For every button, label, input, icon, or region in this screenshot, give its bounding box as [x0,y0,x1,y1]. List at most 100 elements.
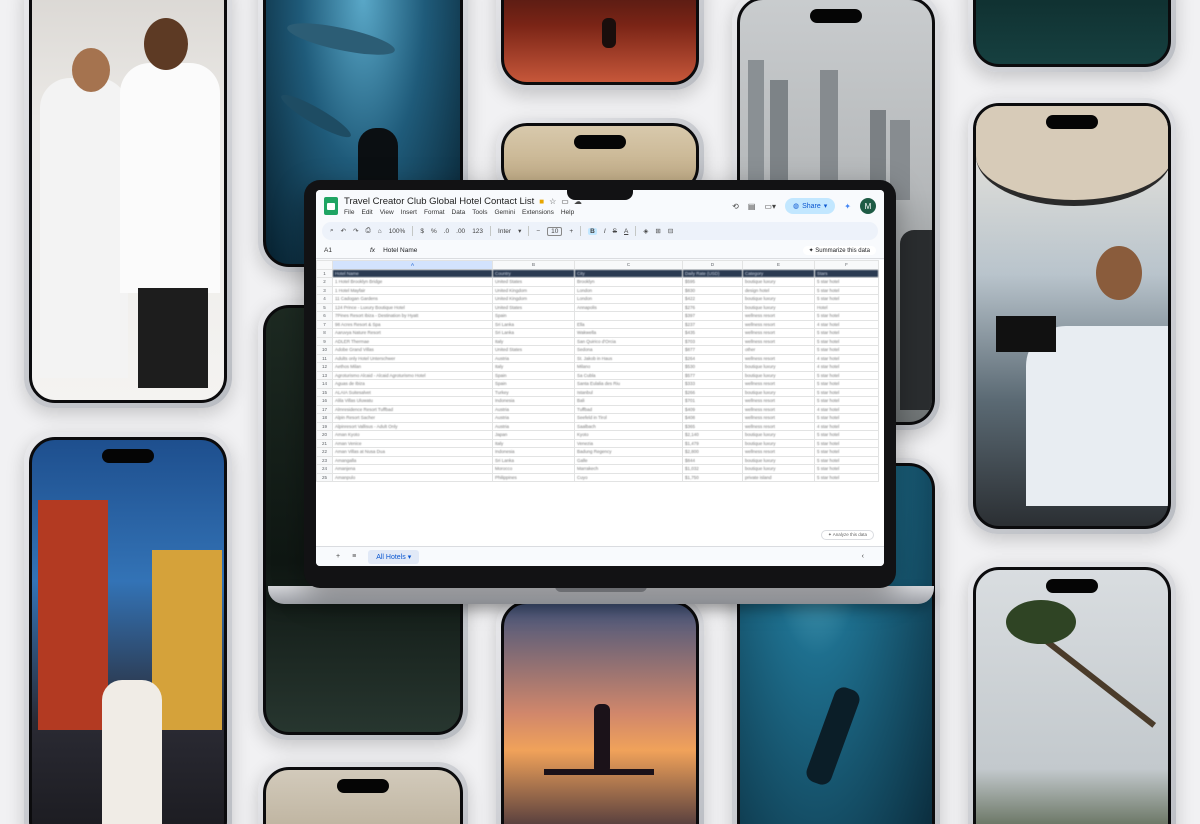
table-cell[interactable]: wellness resort [742,379,815,389]
percent-format-button[interactable]: % [431,228,437,235]
table-cell[interactable]: Amanjena [332,464,493,474]
chevron-down-icon[interactable]: ▾ [824,202,828,210]
table-cell[interactable]: 5 star hotel [814,379,879,389]
formula-input[interactable]: Hotel Name [383,247,417,254]
chevron-down-icon[interactable]: ▾ [408,554,412,561]
table-cell[interactable]: wellness resort [742,328,815,338]
table-cell[interactable]: Ella [574,319,683,329]
table-cell[interactable]: boutique luxury [742,438,815,448]
comments-icon[interactable]: ▤ [748,202,756,211]
row-number[interactable]: 16 [316,396,333,406]
row-number[interactable]: 20 [316,430,333,440]
italic-button[interactable]: I [604,228,606,235]
gemini-sparkle-icon[interactable]: ✦ [844,202,851,211]
table-cell[interactable]: Adults only Hotel Unterschwer [332,353,493,363]
table-cell[interactable]: Santa Eulalia des Riu [574,379,683,389]
row-number[interactable]: 10 [316,345,333,355]
table-cell[interactable]: $2,800 [682,447,743,457]
table-cell[interactable]: Agroturismo Alcaid - Alcaid Agroturismo … [332,370,493,380]
table-cell[interactable]: Daily Rate (USD) [682,268,743,278]
row-number[interactable]: 14 [316,379,333,389]
all-sheets-button[interactable]: ≡ [352,553,356,560]
table-cell[interactable]: United States [492,345,575,355]
row-number[interactable]: 25 [316,472,333,482]
print-icon[interactable]: ⎙ [366,227,371,235]
table-cell[interactable]: 5 star hotel [814,345,879,355]
table-cell[interactable]: Venezia [574,438,683,448]
font-size-input[interactable]: 10 [547,226,563,236]
fill-color-icon[interactable]: ◈ [643,227,648,235]
menu-file[interactable]: File [344,209,354,216]
table-cell[interactable]: $266 [682,387,743,397]
table-cell[interactable]: 1 Hotel Mayfair [332,285,493,295]
table-cell[interactable]: Kyoto [574,430,683,440]
menu-help[interactable]: Help [561,209,574,216]
chevron-down-icon[interactable]: ▾ [518,227,521,235]
decrease-decimal-button[interactable]: .0 [444,228,449,235]
table-cell[interactable]: $276 [682,302,743,312]
table-cell[interactable]: Spain [492,379,575,389]
row-number[interactable]: 24 [316,464,333,474]
table-cell[interactable]: Amangalla [332,455,493,465]
star-icon[interactable]: ☆ [549,197,556,206]
table-cell[interactable]: 5 star hotel [814,336,879,346]
table-cell[interactable]: Almresidence Resort Tuffbad [332,404,493,414]
row-number[interactable]: 19 [316,421,333,431]
table-cell[interactable]: wellness resort [742,311,815,321]
table-cell[interactable]: wellness resort [742,421,815,431]
table-cell[interactable]: Saalbach [574,421,683,431]
table-cell[interactable]: Alpinresort Vallisus - Adult Only [332,421,493,431]
table-cell[interactable]: 5 star hotel [814,311,879,321]
table-cell[interactable]: United Kingdom [492,294,575,304]
table-cell[interactable]: Alpin Resort Sacher [332,413,493,423]
table-cell[interactable]: Aethos Milan [332,362,493,372]
table-cell[interactable]: Indonesia [492,447,575,457]
table-cell[interactable]: Spain [492,370,575,380]
undo-icon[interactable]: ↶ [341,227,346,235]
table-cell[interactable]: $237 [682,319,743,329]
menu-view[interactable]: View [380,209,394,216]
table-cell[interactable]: boutique luxury [742,464,815,474]
table-cell[interactable]: Galle [574,455,683,465]
row-number[interactable]: 4 [316,294,333,304]
table-cell[interactable]: 5 star hotel [814,328,879,338]
table-cell[interactable]: Sa Cubla [574,370,683,380]
table-cell[interactable]: boutique luxury [742,430,815,440]
table-cell[interactable]: $365 [682,421,743,431]
meet-icon[interactable]: ▭▾ [764,202,776,211]
table-cell[interactable]: 1 Hotel Brooklyn Bridge [332,277,493,287]
table-cell[interactable]: London [574,294,683,304]
table-cell[interactable]: 5 star hotel [814,396,879,406]
table-cell[interactable]: Cuyo [574,472,683,482]
menu-tools[interactable]: Tools [472,209,487,216]
table-cell[interactable]: Stars [814,268,879,278]
menu-edit[interactable]: Edit [361,209,372,216]
table-cell[interactable]: Sri Lanka [492,328,575,338]
table-cell[interactable]: 4 star hotel [814,319,879,329]
table-cell[interactable]: Istanbul [574,387,683,397]
table-cell[interactable]: Aaruvya Nature Resort [332,328,493,338]
table-cell[interactable]: United States [492,302,575,312]
table-cell[interactable]: 5 star hotel [814,472,879,482]
table-cell[interactable]: Alila Villas Uluwatu [332,396,493,406]
select-all-corner[interactable] [316,260,333,270]
paint-format-icon[interactable]: ⌂ [378,228,382,235]
table-cell[interactable]: 5 star hotel [814,430,879,440]
row-number[interactable]: 3 [316,285,333,295]
table-cell[interactable]: 4 star hotel [814,353,879,363]
table-cell[interactable]: $2,140 [682,430,743,440]
table-cell[interactable]: $1,032 [682,464,743,474]
table-cell[interactable]: 5 star hotel [814,455,879,465]
row-number[interactable]: 9 [316,336,333,346]
more-formats-button[interactable]: 123 [472,228,483,235]
row-number[interactable]: 12 [316,362,333,372]
table-cell[interactable]: Bali [574,396,683,406]
table-cell[interactable]: Country [492,268,575,278]
table-cell[interactable]: 11 Cadogan Gardens [332,294,493,304]
table-cell[interactable]: 5 star hotel [814,413,879,423]
row-number[interactable]: 21 [316,438,333,448]
table-cell[interactable]: 4 star hotel [814,362,879,372]
table-cell[interactable]: Hotel [814,302,879,312]
table-cell[interactable]: ADLER Thermae [332,336,493,346]
table-cell[interactable]: boutique luxury [742,302,815,312]
